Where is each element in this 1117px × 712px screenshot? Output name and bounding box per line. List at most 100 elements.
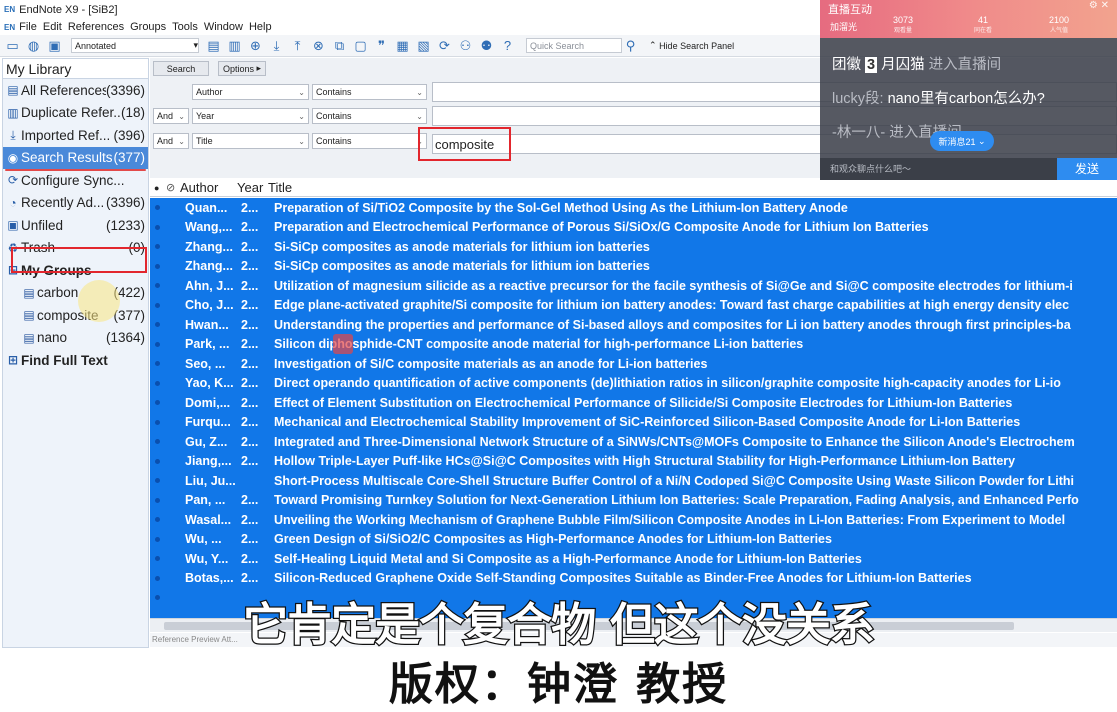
options-button[interactable]: Options ▸ — [218, 61, 266, 76]
row-title: Silicon-Reduced Graphene Oxide Self-Stan… — [274, 571, 972, 586]
table-row[interactable]: Seo, ... 2... Investigation of Si/C compos… — [150, 354, 1117, 374]
table-row[interactable]: Zhang... 2... Si-SiCp composites as anode … — [150, 257, 1117, 277]
search-button[interactable]: Search — [153, 61, 209, 76]
sidebar-item-all-references[interactable]: ▤ All References (3396) — [3, 79, 148, 102]
close-icon[interactable]: ⚙ ✕ — [1089, 0, 1109, 11]
output-style-select[interactable]: Annotated ▾ — [71, 38, 199, 53]
table-row[interactable]: Cho, J... 2... Edge plane-activated graphi… — [150, 296, 1117, 316]
sync-icon[interactable]: ⟳ — [436, 37, 453, 54]
search-operator-select-2[interactable]: Contains ⌄ — [312, 108, 427, 124]
double-chevron-up-icon: ⌃ — [649, 40, 657, 50]
expand-icon[interactable]: ⊞ — [7, 353, 19, 367]
table-row[interactable]: Domi,... 2... Effect of Element Substituti… — [150, 393, 1117, 413]
column-header-year[interactable]: Year — [237, 180, 268, 195]
stat-value: 41 — [977, 15, 988, 25]
row-title: Direct operando quantification of active… — [274, 376, 1061, 391]
format-bibliography-icon[interactable]: ▥ — [226, 37, 243, 54]
live-host-label: 加溜光 — [830, 22, 858, 32]
table-row[interactable]: Park, ... 2... Silicon diphosphide-CNT com… — [150, 335, 1117, 355]
table-row[interactable]: Furqu... 2... Mechanical and Electrochemic… — [150, 413, 1117, 433]
row-title: Edge plane-activated graphite/Si composi… — [274, 298, 1070, 313]
table-row[interactable]: Yao, K... 2... Direct operando quantificat… — [150, 374, 1117, 394]
group-item-composite[interactable]: ▤ composite (377) — [3, 304, 148, 327]
unread-dot-icon — [155, 458, 160, 464]
column-header-author[interactable]: Author — [180, 180, 237, 195]
sidebar-item-search-results[interactable]: ◉ Search Results (377) — [3, 146, 148, 171]
menu-help[interactable]: Help — [249, 21, 272, 33]
bool-select-3[interactable]: And ⌄ — [153, 133, 189, 149]
menu-file[interactable]: File — [19, 21, 37, 33]
bool-select-2[interactable]: And ⌄ — [153, 108, 189, 124]
find-full-text-icon[interactable]: ⊗ — [310, 37, 327, 54]
table-row[interactable]: Quan... 2... Preparation of Si/TiO2 Compos… — [150, 198, 1117, 218]
attachment-column-icon[interactable]: ⊘ — [166, 181, 180, 194]
online-search-icon[interactable]: ⊕ — [247, 37, 264, 54]
menu-groups[interactable]: Groups — [130, 21, 166, 33]
table-row[interactable]: Wang,... 2... Preparation and Electrochemi… — [150, 218, 1117, 238]
online-library-icon[interactable]: ◍ — [25, 37, 42, 54]
column-header-title[interactable]: Title — [268, 180, 292, 195]
fan-badge: 团徽 — [832, 57, 861, 73]
search-operator-select-1[interactable]: Contains ⌄ — [312, 84, 427, 100]
group-item-nano[interactable]: ▤ nano (1364) — [3, 327, 148, 350]
sidebar-item-recently-added[interactable]: ◔ Recently Ad... (3396) — [3, 192, 148, 215]
table-row[interactable]: Jiang,... 2... Hollow Triple-Layer Puff-li… — [150, 452, 1117, 472]
endnote-menu-icon[interactable]: EN — [4, 23, 15, 32]
download-icon[interactable]: ⤓ — [268, 37, 285, 54]
manage-sharing-icon[interactable]: ⚉ — [478, 37, 495, 54]
new-reference-icon[interactable]: ▦ — [394, 37, 411, 54]
row-year: 2... — [241, 512, 259, 527]
search-field-select-3[interactable]: Title ⌄ — [192, 133, 309, 149]
row-author: Wu, Y... — [185, 551, 229, 566]
word-icon[interactable]: ▧ — [415, 37, 432, 54]
find-full-text-label: Find Full Text — [21, 352, 108, 368]
upload-icon[interactable]: ⤒ — [289, 37, 306, 54]
table-row[interactable]: Liu, Ju... Short-Process Multiscale Core-… — [150, 471, 1117, 491]
stat-label: 同在看 — [973, 28, 992, 34]
new-messages-button[interactable]: 新消息21 ⌄ — [930, 131, 994, 151]
hide-search-panel-button[interactable]: ⌃ Hide Search Panel — [649, 40, 734, 51]
integrated-library-icon[interactable]: ▣ — [46, 37, 63, 54]
insert-citation-icon[interactable]: ▤ — [205, 37, 222, 54]
find-full-text-header[interactable]: ⊞ Find Full Text — [3, 349, 148, 372]
sidebar-item-duplicates[interactable]: ▥ Duplicate Refer... (18) — [3, 102, 148, 125]
open-file-icon[interactable]: ▢ — [352, 37, 369, 54]
table-row[interactable]: Pan, ... 2... Toward Promising Turnkey Sol… — [150, 491, 1117, 511]
chat-input[interactable]: 和观众聊点什么吧～ — [820, 158, 1057, 180]
open-link-icon[interactable]: ⧉ — [331, 37, 348, 54]
sidebar-item-unfiled[interactable]: ▣ Unfiled (1233) — [3, 214, 148, 237]
insert-quote-icon[interactable]: ❞ — [373, 37, 390, 54]
send-button[interactable]: 发送 — [1057, 158, 1117, 180]
table-row[interactable]: Ahn, J... 2... Utilization of magnesium si… — [150, 276, 1117, 296]
sync-icon: ⟳ — [7, 173, 19, 188]
chevron-down-icon: ⌄ — [977, 135, 986, 146]
help-icon[interactable]: ? — [499, 37, 516, 54]
share-icon[interactable]: ⚇ — [457, 37, 474, 54]
menu-tools[interactable]: Tools — [172, 21, 198, 33]
search-operator-select-3[interactable]: Contains ⌄ — [312, 133, 427, 149]
table-row[interactable]: Hwan... 2... Understanding the properties … — [150, 315, 1117, 335]
table-row[interactable]: Botas,... 2... Silicon-Reduced Graphene Ox… — [150, 569, 1117, 589]
menu-window[interactable]: Window — [204, 21, 243, 33]
search-field-select-2[interactable]: Year ⌄ — [192, 108, 309, 124]
search-term-highlight-box — [418, 127, 511, 161]
local-library-icon[interactable]: ▭ — [4, 37, 21, 54]
table-row[interactable]: Wu, ... 2... Green Design of Si/SiO2/C Com… — [150, 530, 1117, 550]
sidebar-item-imported[interactable]: ⤓ Imported Ref... (396) — [3, 124, 148, 147]
table-row[interactable]: Wu, Y... 2... Self-Healing Liquid Metal an… — [150, 549, 1117, 569]
group-item-carbon[interactable]: ▤ carbon (422) — [3, 282, 148, 305]
table-row[interactable]: Zhang... 2... Si-SiCp composites as anode … — [150, 237, 1117, 257]
magnifier-icon[interactable]: ⚲ — [622, 37, 639, 54]
chevron-down-icon: ⌄ — [178, 136, 185, 146]
menu-references[interactable]: References — [68, 21, 124, 33]
quick-search-input[interactable]: Quick Search — [526, 38, 622, 53]
sidebar-item-configure-sync[interactable]: ⟳ Configure Sync... — [3, 169, 148, 192]
menu-edit[interactable]: Edit — [43, 21, 62, 33]
read-status-column-icon[interactable]: ● — [154, 183, 162, 193]
row-title: Preparation of Si/TiO2 Composite by the … — [274, 200, 848, 215]
group-count: (1364) — [105, 330, 145, 346]
table-row[interactable]: Wasal... 2... Unveiling the Working Mechan… — [150, 510, 1117, 530]
live-title: 直播互动 — [828, 4, 872, 16]
table-row[interactable]: Gu, Z... 2... Integrated and Three-Dimensi… — [150, 432, 1117, 452]
search-field-select-1[interactable]: Author ⌄ — [192, 84, 309, 100]
